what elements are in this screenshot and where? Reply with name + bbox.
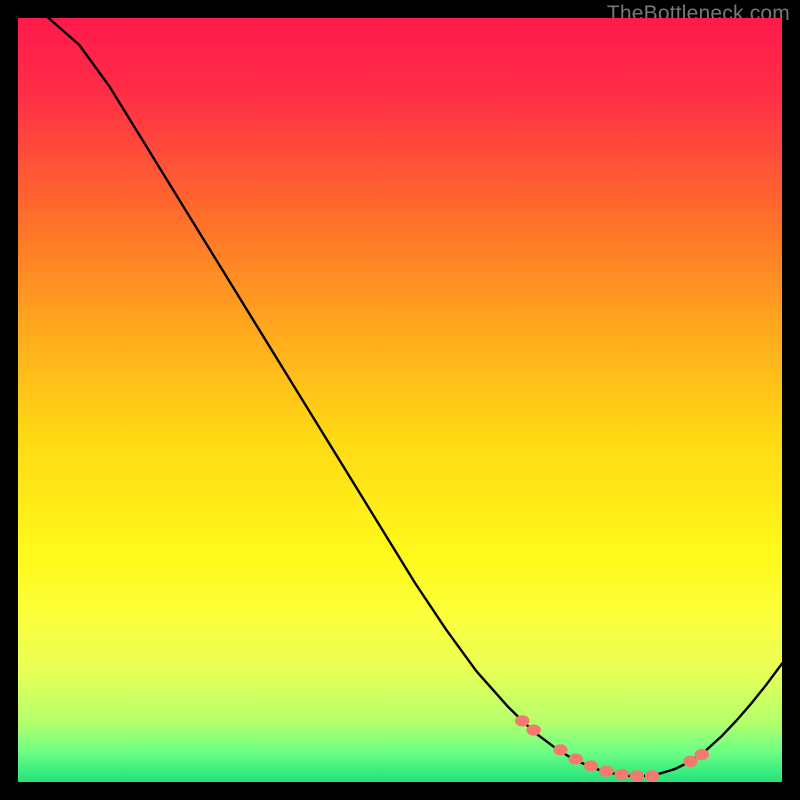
marker-dot [683,756,697,767]
marker-dot [614,769,628,780]
marker-dot [553,744,567,755]
marker-dot [599,766,613,777]
marker-dot [584,760,598,771]
marker-dot [630,770,644,781]
chart-background [18,18,782,782]
chart-canvas [18,18,782,782]
marker-dot [645,770,659,781]
marker-dot [515,715,529,726]
marker-dot [695,749,709,760]
chart-frame: TheBottleneck.com [0,0,800,800]
marker-dot [527,724,541,735]
marker-dot [569,753,583,764]
